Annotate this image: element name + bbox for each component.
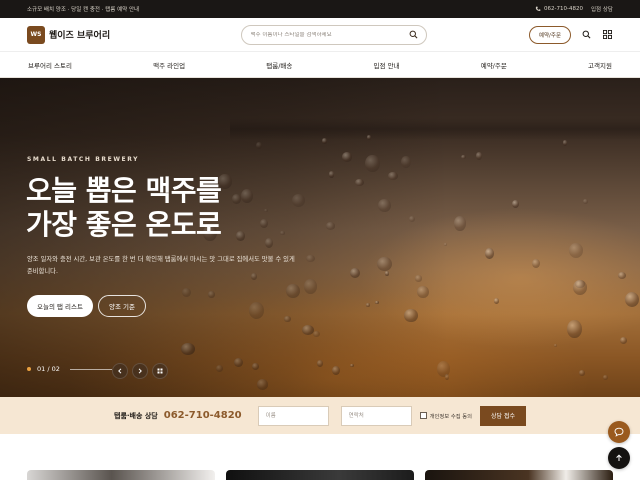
product-card-image[interactable]: [27, 470, 215, 480]
privacy-consent[interactable]: 개인정보 수집 동의: [419, 412, 472, 420]
top-utility-bar: 소규모 배치 양조 · 당일 캔 충전 · 탭룸 예약 안내 062-710-4…: [0, 0, 640, 18]
slide-pager: 01 / 02: [27, 365, 112, 373]
product-section: [0, 434, 640, 480]
consult-label-group: 탭룸·배송 상담 062-710-4820: [114, 410, 242, 421]
consult-label: 탭룸·배송 상담: [114, 411, 158, 420]
main-nav: 브루어리 스토리 맥주 라인업 탭룸/배송 입점 안내 예약/주문 고객지원: [0, 52, 640, 78]
nav-item-lineup[interactable]: 맥주 라인업: [153, 60, 185, 70]
top-tagline: 소규모 배치 양조 · 당일 캔 충전 · 탭룸 예약 안내: [27, 7, 140, 13]
nav-item-story[interactable]: 브루어리 스토리: [28, 60, 72, 70]
consult-contact-input[interactable]: [340, 405, 412, 426]
nav-item-order[interactable]: 예약/주문: [481, 60, 507, 70]
arrow-up-icon: [616, 454, 622, 461]
phone-icon: [535, 6, 541, 11]
header-search-icon[interactable]: [580, 29, 592, 41]
privacy-consent-label: 개인정보 수집 동의: [429, 413, 472, 420]
nav-item-partner[interactable]: 입점 안내: [374, 60, 400, 70]
active-slide-dot: [27, 367, 31, 371]
hero-banner: SMALL BATCH BREWERY 오늘 뽑은 맥주를 가장 좋은 온도로 …: [0, 78, 640, 397]
hero-eyebrow: SMALL BATCH BREWERY: [27, 156, 140, 163]
chat-bubble-icon: [614, 427, 624, 437]
slide-progress-line: [69, 368, 112, 370]
pause-slide-button[interactable]: [152, 363, 168, 379]
next-slide-button[interactable]: [132, 363, 148, 379]
site-header: WS 웹이즈 브루어리 예약/주문: [0, 18, 640, 52]
brew-standard-button[interactable]: 양조 기준: [98, 295, 146, 317]
grid-icon: [157, 368, 163, 374]
top-phone[interactable]: 062-710-4820: [535, 6, 583, 12]
top-utility-right: 062-710-4820 입점 상담: [535, 5, 613, 13]
hero-headline-line1: 오늘 뽑은 맥주를: [26, 174, 222, 207]
nav-item-taproom[interactable]: 탭룸/배송: [266, 60, 292, 70]
prev-slide-button[interactable]: [112, 363, 128, 379]
brand-name: 웹이즈 브루어리: [49, 31, 111, 41]
product-card-image[interactable]: [226, 470, 414, 480]
nav-item-support[interactable]: 고객지원: [588, 60, 612, 70]
logo-mark: WS: [27, 25, 45, 44]
chat-button[interactable]: [608, 421, 630, 443]
hero-headline: 오늘 뽑은 맥주를 가장 좋은 온도로: [26, 174, 222, 242]
header-actions: 예약/주문: [528, 25, 613, 44]
privacy-checkbox[interactable]: [419, 412, 427, 419]
chevron-left-icon: [118, 368, 122, 374]
logo[interactable]: WS 웹이즈 브루어리: [27, 25, 111, 44]
search-icon[interactable]: [409, 30, 418, 39]
top-phone-number: 062-710-4820: [544, 6, 583, 12]
consult-bar: 탭룸·배송 상담 062-710-4820 개인정보 수집 동의 상담 접수: [0, 397, 640, 434]
order-button[interactable]: 예약/주문: [528, 25, 571, 44]
scroll-top-button[interactable]: [608, 447, 630, 469]
top-link-partner[interactable]: 입점 상담: [591, 5, 613, 13]
slider-controls: [112, 363, 168, 379]
slide-counter: 01 / 02: [37, 365, 60, 373]
search-box: [240, 24, 427, 45]
consult-phone[interactable]: 062-710-4820: [164, 410, 242, 421]
consult-submit-button[interactable]: 상담 접수: [480, 405, 526, 426]
hero-headline-line2: 가장 좋은 온도로: [26, 208, 222, 241]
search-input[interactable]: [250, 31, 391, 38]
consult-name-input[interactable]: [257, 405, 329, 426]
chevron-right-icon: [138, 368, 142, 374]
product-card-image[interactable]: [425, 470, 613, 480]
menu-grid-icon[interactable]: [601, 29, 613, 41]
hero-subtext: 양조 일자와 충전 시간, 보관 온도를 한 번 더 확인해 탭룸에서 마시는 …: [27, 256, 295, 275]
tap-list-button[interactable]: 오늘의 탭 리스트: [27, 295, 93, 317]
